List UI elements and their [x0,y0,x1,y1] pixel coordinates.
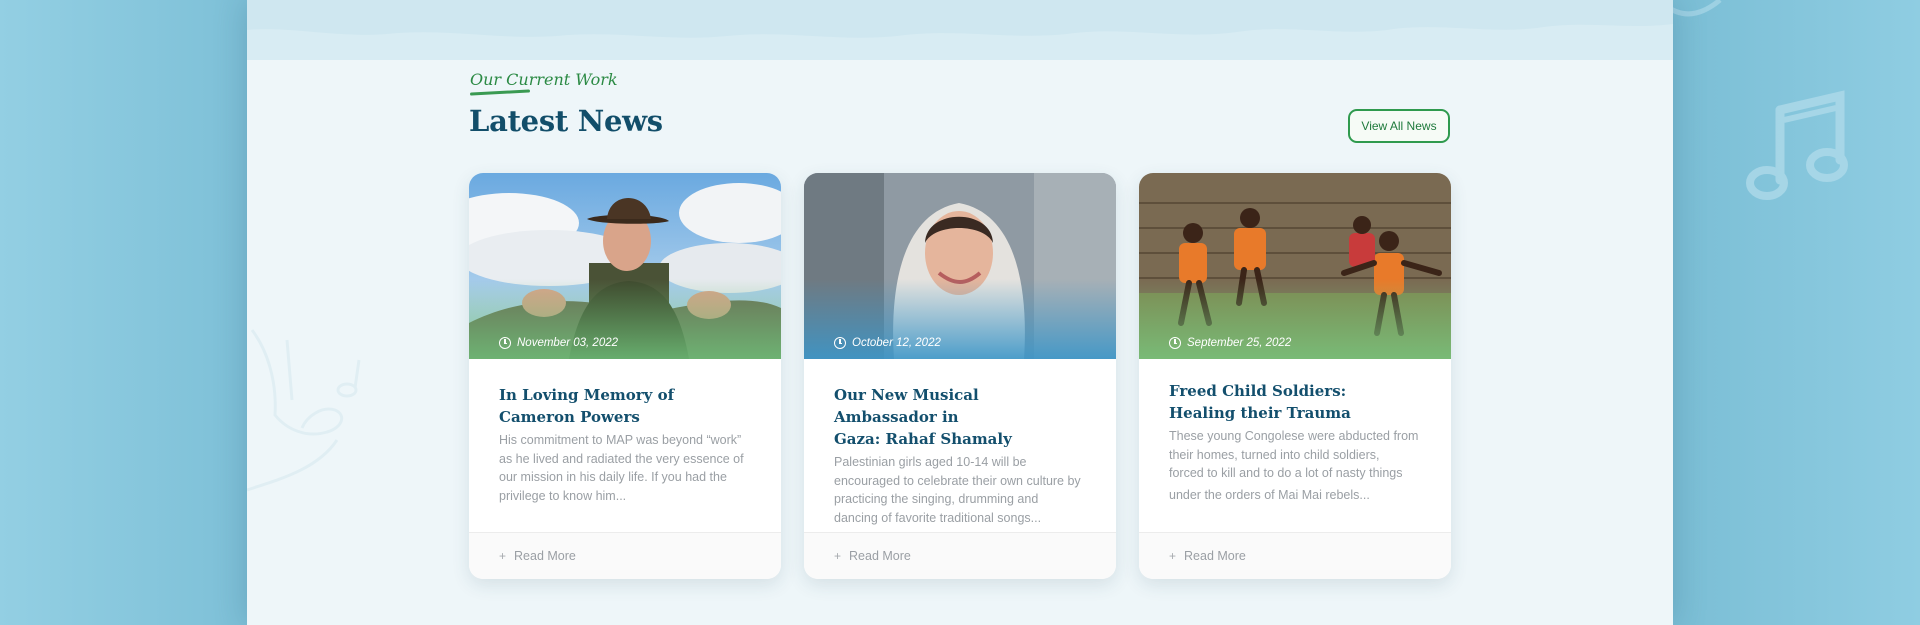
clock-icon [834,337,846,349]
clock-icon [499,337,511,349]
card-date: November 03, 2022 [499,337,618,349]
section-title: Latest News [469,104,663,138]
card-image-man-in-hat[interactable]: November 03, 2022 [469,173,781,359]
news-card[interactable]: October 12, 2022 Our New Musical Ambassa… [804,173,1116,579]
plus-icon: + [834,549,842,563]
card-date-text: September 25, 2022 [1187,337,1292,349]
clock-icon [1169,337,1181,349]
card-image-woman[interactable]: October 12, 2022 [804,173,1116,359]
card-title-link[interactable]: Our New Musical Ambassador in Gaza: Raha… [834,384,1086,450]
read-more-link[interactable]: + Read More [469,532,781,579]
card-date: September 25, 2022 [1169,337,1291,349]
read-more-link[interactable]: + Read More [804,532,1116,579]
card-date: October 12, 2022 [834,337,941,349]
read-more-link[interactable]: + Read More [1139,532,1451,579]
music-note-icon [1746,90,1848,200]
brush-stroke-header [247,0,1673,60]
plus-icon: + [1169,549,1177,563]
news-card[interactable]: September 25, 2022 Freed Child Soldiers:… [1139,173,1451,579]
content-panel: Our Current Work Latest News View All Ne… [247,0,1673,625]
card-title-link[interactable]: In Loving Memory of Cameron Powers [499,384,751,428]
card-excerpt: These young Congolese were abducted from… [1169,429,1419,502]
card-excerpt: His commitment to MAP was beyond “work” … [499,433,744,503]
card-excerpt: Palestinian girls aged 10-14 will be enc… [834,455,1081,525]
card-date-text: October 12, 2022 [852,337,941,349]
dove-decoration-icon [247,329,361,492]
eyebrow-underline [469,89,531,96]
view-all-news-button[interactable]: View All News [1348,109,1450,143]
plus-icon: + [499,549,507,563]
card-date-text: November 03, 2022 [517,337,619,349]
section-eyebrow: Our Current Work [470,70,618,89]
card-title-link[interactable]: Freed Child Soldiers: Healing their Trau… [1169,380,1421,424]
news-card[interactable]: November 03, 2022 In Loving Memory of Ca… [469,173,781,579]
card-image-children[interactable]: September 25, 2022 [1139,173,1451,359]
